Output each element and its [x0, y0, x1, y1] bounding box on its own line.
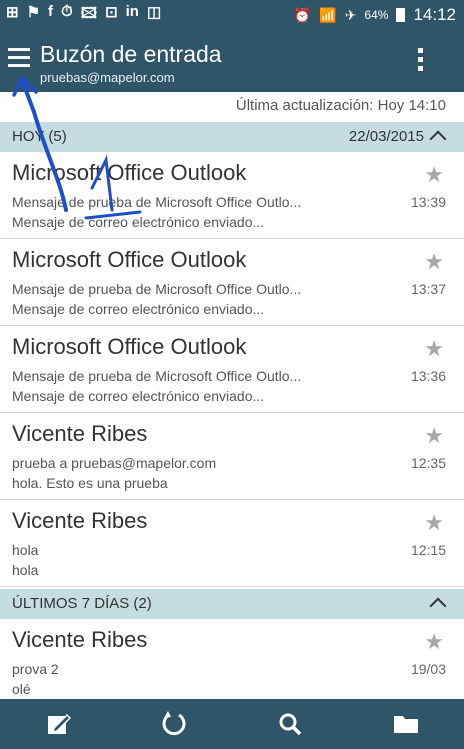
- status-time: 14:12: [413, 5, 456, 24]
- mail-subject: prueba a pruebas@mapelor.com: [12, 455, 217, 471]
- list-item[interactable]: Vicente Ribes ★ prueba a pruebas@mapelor…: [0, 413, 464, 500]
- star-icon[interactable]: ★: [424, 162, 444, 188]
- mail-preview: hola. Esto es una prueba: [12, 475, 168, 491]
- list-item[interactable]: Microsoft Office Outlook ★ Mensaje de pr…: [0, 326, 464, 413]
- mail-subject: Mensaje de prueba de Microsoft Office Ou…: [12, 368, 302, 384]
- app-bar: Buzón de entrada pruebas@mapelor.com: [0, 30, 464, 92]
- last-update: Última actualización: Hoy 14:10: [0, 92, 464, 122]
- mail-subject: prova 2: [12, 661, 59, 677]
- section-header-last-7-days[interactable]: ÚLTIMOS 7 DÍAS (2): [0, 589, 464, 619]
- mail-time: 12:15: [410, 542, 446, 558]
- mail-sender: Vicente Ribes: [12, 508, 148, 533]
- mail-time: 13:37: [410, 281, 446, 297]
- menu-icon[interactable]: [8, 48, 30, 70]
- list-item[interactable]: Microsoft Office Outlook ★ Mensaje de pr…: [0, 239, 464, 326]
- notification-icon: f: [48, 2, 54, 20]
- wifi-icon: 📶: [319, 6, 337, 23]
- battery-icon: [396, 8, 406, 22]
- star-icon[interactable]: ★: [424, 249, 444, 275]
- mail-preview: Mensaje de correo electrónico enviado...: [12, 388, 265, 404]
- last-update-text: Última actualización: Hoy 14:10: [235, 97, 446, 114]
- notification-icon: ⏱: [61, 2, 73, 20]
- notification-icons: ⊞ ⚑ f ⏱ 🖾 ⊡ in ◫: [0, 3, 161, 28]
- notification-icon: 🖾: [80, 4, 98, 22]
- refresh-icon: [162, 711, 186, 736]
- mail-preview: Mensaje de correo electrónico enviado...: [12, 214, 265, 230]
- star-icon[interactable]: ★: [424, 510, 444, 536]
- mail-subject: Mensaje de prueba de Microsoft Office Ou…: [12, 194, 302, 210]
- section-header-today[interactable]: HOY (5) 22/03/2015: [0, 122, 464, 152]
- search-icon: [279, 713, 302, 736]
- mail-preview: hola: [12, 562, 39, 578]
- list-item[interactable]: Vicente Ribes ★ prova 2 19/03 olé: [0, 619, 464, 700]
- chevron-up-icon[interactable]: [429, 130, 447, 148]
- compose-button[interactable]: [38, 704, 78, 744]
- section-name: ÚLTIMOS 7 DÍAS (2): [12, 595, 152, 612]
- notification-icon: ⊡: [105, 3, 118, 21]
- mail-subject: Mensaje de prueba de Microsoft Office Ou…: [12, 281, 302, 297]
- mail-subject: hola: [12, 542, 39, 558]
- star-icon[interactable]: ★: [424, 423, 444, 449]
- page-title: Buzón de entrada: [40, 41, 222, 67]
- star-icon[interactable]: ★: [424, 629, 444, 655]
- bottom-toolbar: [0, 699, 464, 749]
- mail-sender: Microsoft Office Outlook: [12, 247, 247, 272]
- notification-icon: ◫: [146, 3, 162, 21]
- mail-time: 13:36: [410, 368, 446, 384]
- star-icon[interactable]: ★: [424, 336, 444, 362]
- notification-icon: in: [125, 2, 139, 20]
- battery-level: 64%: [364, 8, 389, 22]
- mail-sender: Vicente Ribes: [12, 421, 148, 446]
- status-bar: ⊞ ⚑ f ⏱ 🖾 ⊡ in ◫ ⏰ 📶 ✈ 64% 14:12: [0, 0, 464, 30]
- alarm-icon: ⏰: [293, 6, 312, 23]
- refresh-button[interactable]: [154, 704, 194, 744]
- folder-button[interactable]: [386, 704, 426, 744]
- airplane-icon: ✈: [344, 6, 357, 23]
- chevron-up-icon[interactable]: [429, 597, 447, 615]
- mail-preview: olé: [12, 681, 31, 697]
- more-vert-icon[interactable]: [418, 48, 424, 75]
- compose-icon: [48, 713, 71, 734]
- mail-sender: Vicente Ribes: [12, 627, 148, 652]
- mail-sender: Microsoft Office Outlook: [12, 334, 247, 359]
- list-item[interactable]: Vicente Ribes ★ hola 12:15 hola: [0, 500, 464, 587]
- section-name: HOY (5): [12, 128, 67, 145]
- notification-icon: ⚑: [26, 3, 41, 21]
- mail-time: 13:39: [410, 194, 446, 210]
- notification-icon: ⊞: [6, 3, 19, 21]
- mail-preview: Mensaje de correo electrónico enviado...: [12, 301, 265, 317]
- mail-time: 12:35: [410, 455, 446, 471]
- account-email: pruebas@mapelor.com: [40, 70, 175, 85]
- folder-icon: [394, 716, 418, 733]
- section-date: 22/03/2015: [348, 128, 424, 145]
- search-button[interactable]: [270, 704, 310, 744]
- mail-sender: Microsoft Office Outlook: [12, 160, 247, 185]
- list-item[interactable]: Microsoft Office Outlook ★ Mensaje de pr…: [0, 152, 464, 239]
- mail-time: 19/03: [410, 661, 446, 677]
